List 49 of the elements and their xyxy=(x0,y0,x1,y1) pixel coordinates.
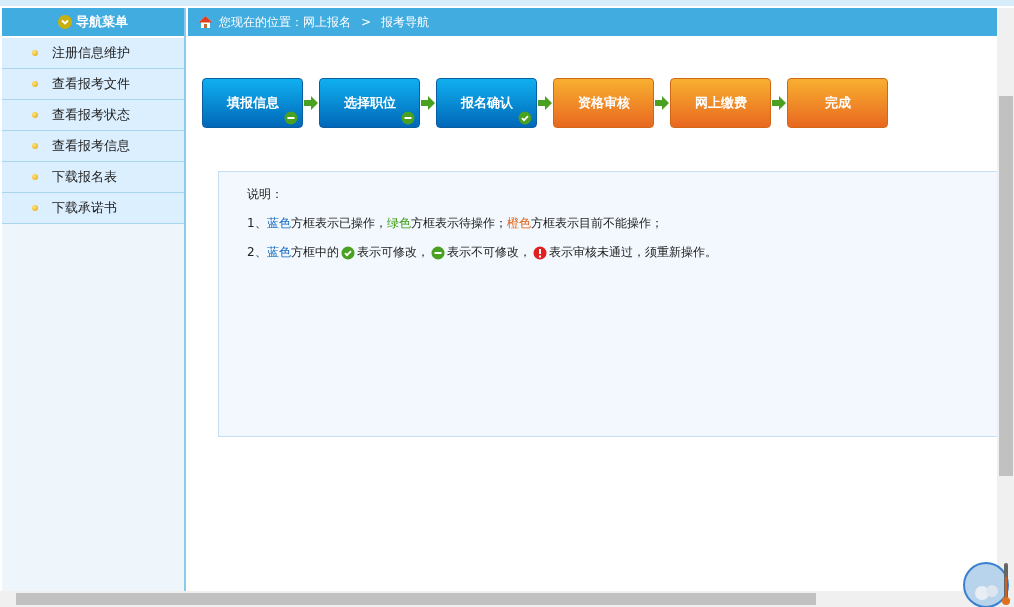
minus-icon xyxy=(284,111,298,125)
bullet-icon xyxy=(32,143,38,149)
arrow-right-icon xyxy=(771,96,787,110)
bullet-icon xyxy=(32,81,38,87)
notes-text: 表示审核未通过，须重新操作。 xyxy=(548,244,717,261)
notes-text: 表示可修改， xyxy=(356,244,429,261)
notes-text: 绿色 xyxy=(386,215,411,232)
arrow-right-icon xyxy=(420,96,436,110)
notes-title: 说明： xyxy=(247,186,283,203)
breadcrumb-prefix: 您现在的位置：网上报名 xyxy=(219,13,351,31)
sidebar-item[interactable]: 查看报考文件 xyxy=(2,69,184,100)
notes-text: 方框表示目前不能操作； xyxy=(530,215,663,232)
bullet-icon xyxy=(32,205,38,211)
sidebar-item[interactable]: 下载承诺书 xyxy=(2,193,184,224)
step-button[interactable]: 报名确认 xyxy=(436,78,537,128)
notes-text: 2、 xyxy=(247,244,267,261)
vertical-scrollbar[interactable] xyxy=(997,8,1014,591)
sidebar-item[interactable]: 注册信息维护 xyxy=(2,38,184,69)
sidebar-item[interactable]: 查看报考状态 xyxy=(2,100,184,131)
arrow-right-icon xyxy=(654,96,670,110)
step-button[interactable]: 选择职位 xyxy=(319,78,420,128)
sidebar-item[interactable]: 下载报名表 xyxy=(2,162,184,193)
check-icon xyxy=(340,245,355,260)
breadcrumb-separator: > xyxy=(361,15,372,29)
horizontal-scrollbar[interactable] xyxy=(0,591,1014,607)
arrow-right-icon xyxy=(303,96,319,110)
notes-text: 方框中的 xyxy=(290,244,339,261)
notes-text: 1、 xyxy=(247,215,267,232)
bullet-icon xyxy=(32,50,38,56)
check-icon xyxy=(518,111,532,125)
notes-text: 表示不可修改， xyxy=(446,244,531,261)
sidebar-item[interactable]: 查看报考信息 xyxy=(2,131,184,162)
notes-text: 蓝色 xyxy=(266,215,291,232)
weather-widget-drawing[interactable] xyxy=(962,561,1012,607)
breadcrumb-current: 报考导航 xyxy=(381,13,430,31)
minus-icon xyxy=(430,245,445,260)
notes-text: 方框表示已操作， xyxy=(290,215,387,232)
chevron-down-icon xyxy=(58,15,72,29)
sidebar-title: 导航菜单 xyxy=(76,13,128,31)
notes-text: 方框表示待操作； xyxy=(410,215,507,232)
notes-text: 蓝色 xyxy=(266,244,291,261)
house-icon xyxy=(198,15,213,29)
minus-icon xyxy=(401,111,415,125)
error-icon xyxy=(532,245,547,260)
notes-text: 橙色 xyxy=(506,215,531,232)
bullet-icon xyxy=(32,112,38,118)
step-button[interactable]: 填报信息 xyxy=(202,78,303,128)
bullet-icon xyxy=(32,174,38,180)
arrow-right-icon xyxy=(537,96,553,110)
